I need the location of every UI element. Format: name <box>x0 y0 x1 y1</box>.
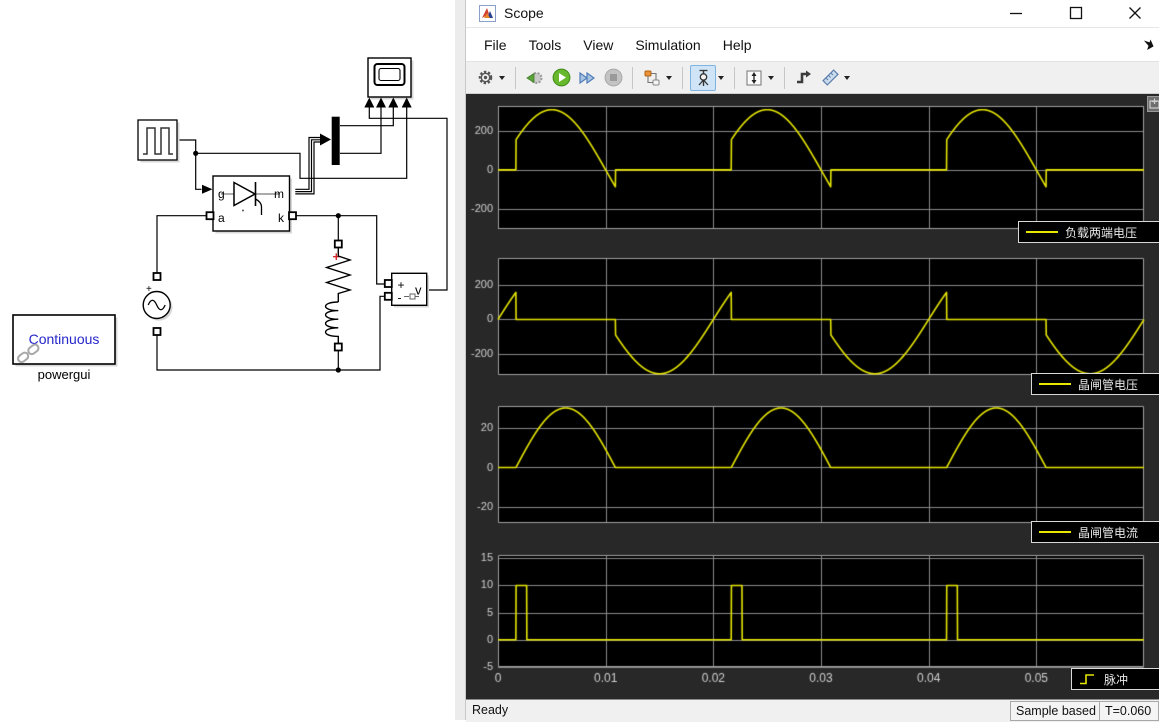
signal-wire <box>157 108 447 371</box>
toolbar-separator <box>734 67 735 89</box>
simulink-model-canvas: g a m k + + <box>0 0 461 720</box>
rlc-port-top <box>335 241 342 248</box>
demux-input-arrow <box>320 134 331 146</box>
maximize-button[interactable] <box>1067 4 1085 22</box>
legend-thyristor-voltage[interactable]: 晶闸管电压 <box>1031 373 1159 395</box>
toolbar-separator <box>784 67 785 89</box>
step-back-button[interactable] <box>523 66 547 90</box>
stop-button[interactable] <box>601 66 625 90</box>
step-forward-icon <box>578 69 596 87</box>
voltage-measurement-block[interactable]: + - v <box>385 273 429 307</box>
pulse-generator-block[interactable] <box>138 120 180 163</box>
trigger-icon <box>795 69 813 87</box>
minimize-button[interactable] <box>1007 4 1025 22</box>
legend-pulse[interactable]: 脉冲 <box>1071 668 1159 690</box>
legend-line-sample <box>1039 383 1071 385</box>
port-k <box>289 212 296 219</box>
desktop: { "scope_window": { "title": "Scope", "m… <box>0 0 1159 720</box>
powergui-solver-text: Continuous <box>29 331 100 347</box>
port-label-a: a <box>218 211 225 225</box>
run-button[interactable] <box>549 66 573 90</box>
vm-port-minus <box>385 293 392 300</box>
legend-line-sample <box>1026 231 1058 233</box>
statusbar: Ready Sample based T=0.060 <box>466 699 1159 722</box>
rlc-port-bottom <box>335 344 342 351</box>
port-label-k: k <box>278 211 285 225</box>
cursor-measurements-dropdown-arrow[interactable] <box>718 76 724 80</box>
vm-minus-label: - <box>398 291 402 305</box>
powergui-label: powergui <box>38 367 91 382</box>
span-button[interactable] <box>742 66 766 90</box>
legend-line-sample <box>1039 531 1071 533</box>
menubar: File Tools View Simulation Help <box>466 28 1159 61</box>
legend-thyristor-current[interactable]: 晶闸管电流 <box>1031 521 1159 543</box>
resistor-icon <box>327 248 350 303</box>
status-ready-text: Ready <box>472 703 508 717</box>
vm-v-label: v <box>415 283 422 298</box>
vm-port-plus <box>385 280 392 287</box>
scope-app-icon <box>479 5 496 22</box>
step-forward-button[interactable] <box>575 66 599 90</box>
legend-label: 晶闸管电压 <box>1078 376 1138 393</box>
series-rlc-branch-block[interactable]: + <box>326 241 350 351</box>
scope-block[interactable] <box>364 58 413 108</box>
measurements-button[interactable] <box>818 66 842 90</box>
play-icon <box>552 68 571 87</box>
toolbar <box>466 61 1159 94</box>
ac-plus-label: + <box>146 284 152 295</box>
menu-simulation[interactable]: Simulation <box>626 33 709 57</box>
port-label-m: m <box>274 187 284 201</box>
gear-icon <box>477 69 494 86</box>
signal-selector-button[interactable] <box>640 66 664 90</box>
ruler-icon <box>821 68 840 87</box>
plot-region: 负载两端电压 晶闸管电压 晶闸管电流 脉冲 <box>466 94 1159 699</box>
titlebar[interactable]: Scope <box>466 0 1159 28</box>
legend-label: 脉冲 <box>1104 671 1128 688</box>
inductor-icon <box>326 302 339 344</box>
cursor-measurements-icon <box>695 69 712 87</box>
span-y-icon <box>745 69 763 87</box>
span-dropdown-arrow[interactable] <box>768 76 774 80</box>
port-label-g: g <box>218 187 225 201</box>
thyristor-block[interactable]: g a m k <box>207 176 297 234</box>
window-title: Scope <box>504 5 544 21</box>
close-button[interactable] <box>1126 4 1144 22</box>
port-a <box>207 212 214 219</box>
legend-label: 晶闸管电流 <box>1078 524 1138 541</box>
status-sample-mode: Sample based <box>1010 701 1102 721</box>
axes-maximize-icon[interactable] <box>1147 96 1159 112</box>
menu-tools[interactable]: Tools <box>520 33 571 57</box>
gate-input-arrow <box>202 185 213 194</box>
toolbar-overflow-arrow-icon[interactable] <box>1141 37 1155 51</box>
signal-selector-dropdown-arrow[interactable] <box>666 76 672 80</box>
step-icon <box>1079 673 1097 685</box>
toolbar-separator <box>515 67 516 89</box>
toolbar-separator <box>682 67 683 89</box>
ac-port-minus <box>154 328 161 335</box>
scope-window: Scope File Tools View Simulation Help <box>465 0 1159 720</box>
signal-selector-icon <box>643 69 661 87</box>
powergui-block[interactable]: Continuous powergui <box>13 315 118 382</box>
settings-dropdown-arrow[interactable] <box>499 76 505 80</box>
settings-gear-button[interactable] <box>473 66 497 90</box>
trigger-button[interactable] <box>792 66 816 90</box>
menu-file[interactable]: File <box>475 33 516 57</box>
step-back-icon <box>526 69 544 87</box>
stop-icon <box>604 68 623 87</box>
menu-view[interactable]: View <box>574 33 622 57</box>
status-sim-time: T=0.060 <box>1099 701 1159 721</box>
menu-help[interactable]: Help <box>714 33 761 57</box>
ac-port-plus <box>154 273 161 280</box>
demux-block[interactable] <box>332 117 340 165</box>
legend-label: 负载两端电压 <box>1065 224 1137 241</box>
scope-plots-canvas[interactable] <box>466 94 1159 699</box>
toolbar-separator <box>632 67 633 89</box>
measurements-dropdown-arrow[interactable] <box>844 76 850 80</box>
legend-load-voltage[interactable]: 负载两端电压 <box>1018 221 1159 243</box>
ac-voltage-source-block[interactable]: + <box>143 273 172 335</box>
cursor-measurements-button[interactable] <box>690 65 716 91</box>
